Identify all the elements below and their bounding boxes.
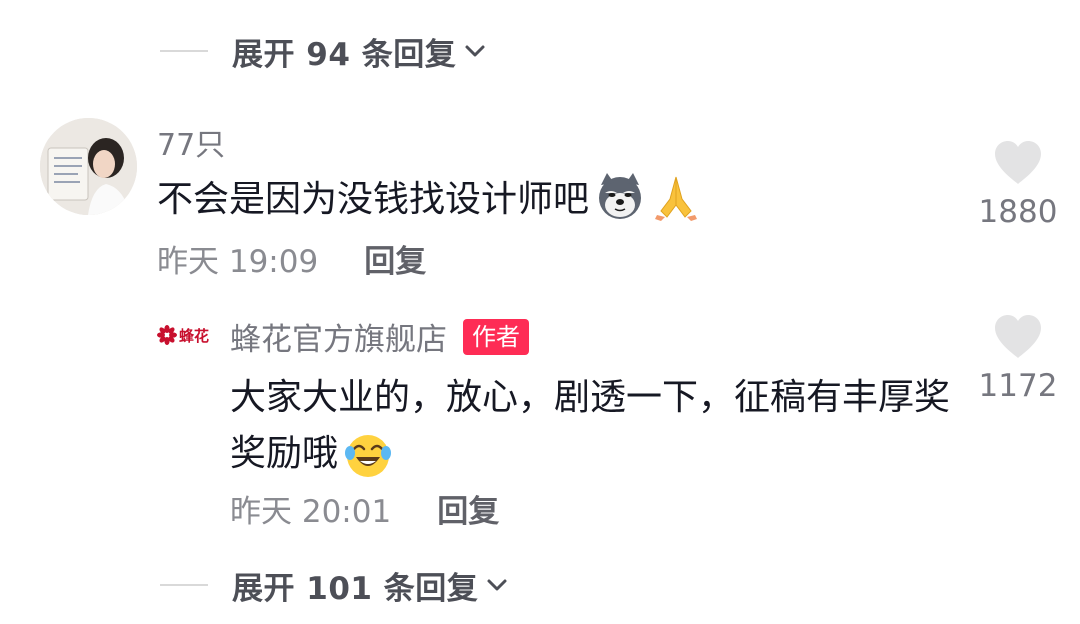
expand-replies-bottom[interactable]: 展开 101 条回复 xyxy=(160,560,510,610)
reply-body: 大家大业的，放心，剧透一下，征稿有丰厚奖奖励哦 xyxy=(230,377,951,474)
expand-replies-label: 展开 94 条回复 xyxy=(232,36,457,73)
reply-username[interactable]: 蜂花官方旗舰店 xyxy=(230,314,447,359)
reply-header: 蜂花官方旗舰店 作者 xyxy=(230,314,529,359)
heart-icon xyxy=(995,141,1041,184)
like-count: 1880 xyxy=(978,194,1058,230)
flower-icon xyxy=(157,325,177,345)
tears-of-joy-emoji-icon xyxy=(344,431,392,479)
praying-hands-emoji-icon xyxy=(651,171,701,221)
reply-button[interactable]: 回复 xyxy=(437,486,499,531)
comment-meta: 昨天 19:09 回复 xyxy=(157,236,426,281)
heart-icon xyxy=(995,315,1041,358)
brand-logo-text: 蜂花 xyxy=(179,326,210,345)
brand-logo-avatar[interactable]: 蜂花 xyxy=(157,318,213,352)
divider-line xyxy=(160,50,208,52)
chevron-down-icon xyxy=(462,38,488,64)
like-button[interactable]: 1880 xyxy=(963,140,1073,230)
reply-button[interactable]: 回复 xyxy=(364,236,426,281)
comment-body: 不会是因为没钱找设计师吧 xyxy=(157,179,590,220)
divider-line xyxy=(160,584,208,586)
chevron-down-icon xyxy=(484,572,510,598)
like-count: 1172 xyxy=(978,368,1058,404)
husky-dog-emoji-icon xyxy=(595,171,645,221)
author-badge: 作者 xyxy=(463,318,529,355)
comment-text: 不会是因为没钱找设计师吧 xyxy=(157,170,701,222)
comment-username[interactable]: 77只 xyxy=(157,120,225,164)
comment-time: 昨天 19:09 xyxy=(157,244,319,280)
like-button[interactable]: 1172 xyxy=(963,314,1073,404)
expand-replies-top[interactable]: 展开 94 条回复 xyxy=(160,26,488,76)
expand-replies-label: 展开 101 条回复 xyxy=(232,570,479,607)
reply-time: 昨天 20:01 xyxy=(230,494,392,530)
avatar[interactable] xyxy=(40,118,137,215)
reply-meta: 昨天 20:01 回复 xyxy=(230,486,499,531)
reply-text: 大家大业的，放心，剧透一下，征稿有丰厚奖奖励哦 xyxy=(230,370,950,482)
